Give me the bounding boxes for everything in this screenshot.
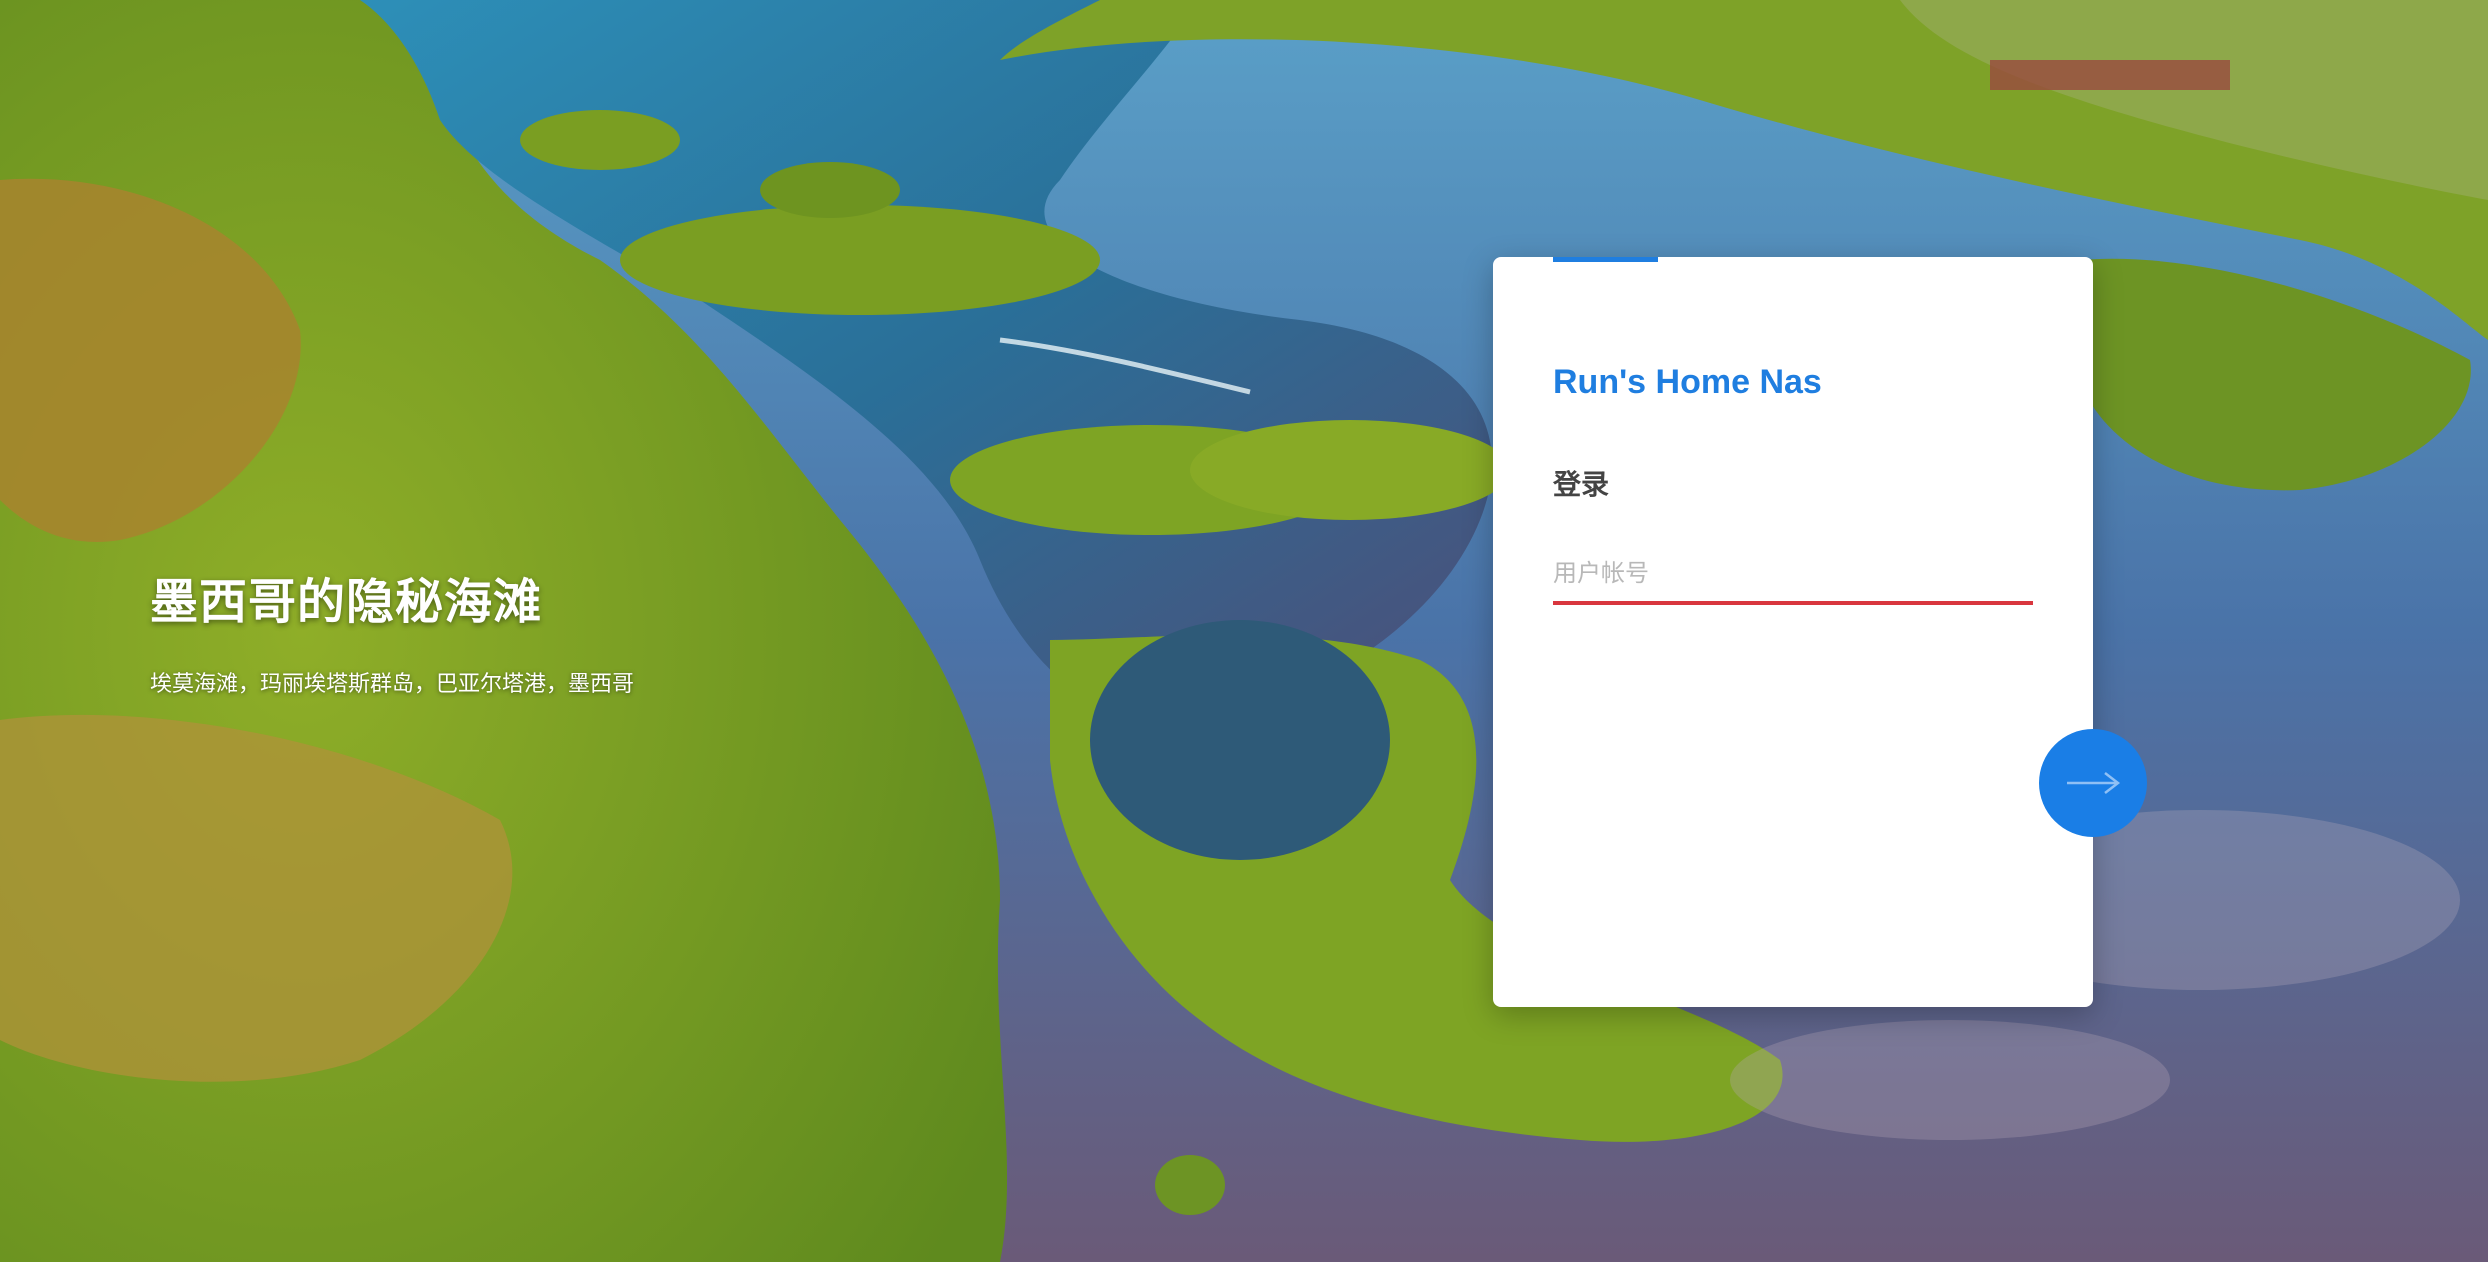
login-card: Run's Home Nas 登录: [1493, 257, 2093, 1007]
next-button[interactable]: [2039, 729, 2147, 837]
username-input[interactable]: [1553, 547, 2033, 605]
app-title: Run's Home Nas: [1553, 363, 1822, 401]
photo-caption-title: 墨西哥的隐秘海滩: [150, 576, 543, 629]
login-heading: 登录: [1553, 469, 1610, 500]
photo-caption-subtitle: 埃莫海滩，玛丽埃塔斯群岛，巴亚尔塔港，墨西哥: [150, 671, 635, 696]
username-field: [1553, 547, 2033, 605]
arrow-right-icon: [2067, 772, 2121, 794]
photo-caption: 墨西哥的隐秘海滩 埃莫海滩，玛丽埃塔斯群岛，巴亚尔塔港，墨西哥: [150, 568, 634, 698]
login-page: 墨西哥的隐秘海滩 埃莫海滩，玛丽埃塔斯群岛，巴亚尔塔港，墨西哥 Run's Ho…: [0, 0, 2488, 1262]
card-accent-bar: [1553, 257, 1658, 262]
